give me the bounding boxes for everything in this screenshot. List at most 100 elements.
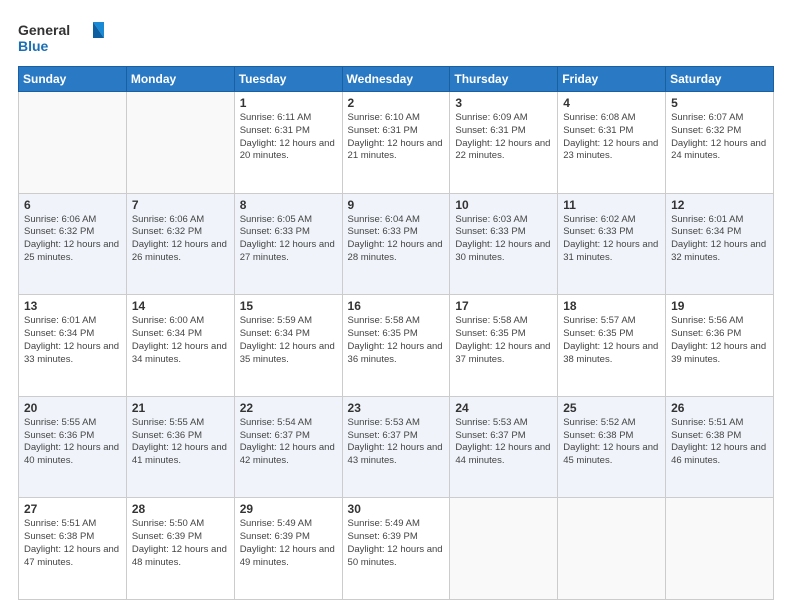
weekday-header-friday: Friday: [558, 67, 666, 92]
day-info: Sunrise: 5:51 AMSunset: 6:38 PMDaylight:…: [24, 518, 121, 569]
day-number: 14: [132, 299, 229, 313]
calendar-cell: [558, 498, 666, 600]
day-number: 7: [132, 198, 229, 212]
day-info: Sunrise: 5:53 AMSunset: 6:37 PMDaylight:…: [455, 417, 552, 468]
calendar-cell: 19 Sunrise: 5:56 AMSunset: 6:36 PMDayligh…: [666, 295, 774, 397]
weekday-header-thursday: Thursday: [450, 67, 558, 92]
day-info: Sunrise: 5:55 AMSunset: 6:36 PMDaylight:…: [24, 417, 121, 468]
svg-text:Blue: Blue: [18, 38, 49, 54]
day-number: 28: [132, 502, 229, 516]
calendar-week-row: 27Sunrise: 5:51 AMSunset: 6:38 PMDayligh…: [19, 498, 774, 600]
calendar-cell: 26 Sunrise: 5:51 AMSunset: 6:38 PMDayligh…: [666, 396, 774, 498]
calendar-cell: [450, 498, 558, 600]
calendar-week-row: 20 Sunrise: 5:55 AMSunset: 6:36 PMDayligh…: [19, 396, 774, 498]
day-info: Sunrise: 5:50 AMSunset: 6:39 PMDaylight:…: [132, 518, 229, 569]
calendar-cell: 24 Sunrise: 5:53 AMSunset: 6:37 PMDayligh…: [450, 396, 558, 498]
calendar-cell: 21Sunrise: 5:55 AMSunset: 6:36 PMDayligh…: [126, 396, 234, 498]
day-info: Sunrise: 5:58 AMSunset: 6:35 PMDaylight:…: [455, 315, 552, 366]
day-number: 30: [348, 502, 445, 516]
calendar-cell: 20 Sunrise: 5:55 AMSunset: 6:36 PMDayligh…: [19, 396, 127, 498]
calendar-week-row: 6 Sunrise: 6:06 AMSunset: 6:32 PMDaylight…: [19, 193, 774, 295]
calendar-cell: [19, 92, 127, 194]
day-number: 24: [455, 401, 552, 415]
day-number: 19: [671, 299, 768, 313]
calendar-cell: 3 Sunrise: 6:09 AMSunset: 6:31 PMDaylight…: [450, 92, 558, 194]
calendar-cell: 18Sunrise: 5:57 AMSunset: 6:35 PMDayligh…: [558, 295, 666, 397]
calendar-cell: 15Sunrise: 5:59 AMSunset: 6:34 PMDayligh…: [234, 295, 342, 397]
calendar-cell: 22 Sunrise: 5:54 AMSunset: 6:37 PMDayligh…: [234, 396, 342, 498]
day-info: Sunrise: 6:03 AMSunset: 6:33 PMDaylight:…: [455, 214, 552, 265]
day-number: 4: [563, 96, 660, 110]
day-info: Sunrise: 5:52 AMSunset: 6:38 PMDaylight:…: [563, 417, 660, 468]
day-info: Sunrise: 5:57 AMSunset: 6:35 PMDaylight:…: [563, 315, 660, 366]
calendar-cell: 29Sunrise: 5:49 AMSunset: 6:39 PMDayligh…: [234, 498, 342, 600]
calendar-week-row: 13 Sunrise: 6:01 AMSunset: 6:34 PMDayligh…: [19, 295, 774, 397]
header: General Blue: [18, 18, 774, 56]
day-number: 26: [671, 401, 768, 415]
day-number: 16: [348, 299, 445, 313]
calendar-cell: 25 Sunrise: 5:52 AMSunset: 6:38 PMDayligh…: [558, 396, 666, 498]
day-info: Sunrise: 6:06 AMSunset: 6:32 PMDaylight:…: [24, 214, 121, 265]
calendar-cell: 5 Sunrise: 6:07 AMSunset: 6:32 PMDaylight…: [666, 92, 774, 194]
day-info: Sunrise: 5:49 AMSunset: 6:39 PMDaylight:…: [240, 518, 337, 569]
calendar-cell: 2Sunrise: 6:10 AMSunset: 6:31 PMDaylight…: [342, 92, 450, 194]
calendar-cell: 12 Sunrise: 6:01 AMSunset: 6:34 PMDayligh…: [666, 193, 774, 295]
day-info: Sunrise: 6:07 AMSunset: 6:32 PMDaylight:…: [671, 112, 768, 163]
calendar-cell: 30 Sunrise: 5:49 AMSunset: 6:39 PMDayligh…: [342, 498, 450, 600]
calendar-week-row: 1 Sunrise: 6:11 AMSunset: 6:31 PMDaylight…: [19, 92, 774, 194]
day-number: 10: [455, 198, 552, 212]
day-info: Sunrise: 6:05 AMSunset: 6:33 PMDaylight:…: [240, 214, 337, 265]
logo: General Blue: [18, 18, 108, 56]
weekday-header-sunday: Sunday: [19, 67, 127, 92]
day-number: 2: [348, 96, 445, 110]
weekday-header-wednesday: Wednesday: [342, 67, 450, 92]
calendar-cell: 8 Sunrise: 6:05 AMSunset: 6:33 PMDaylight…: [234, 193, 342, 295]
calendar-cell: 9Sunrise: 6:04 AMSunset: 6:33 PMDaylight…: [342, 193, 450, 295]
day-info: Sunrise: 6:01 AMSunset: 6:34 PMDaylight:…: [671, 214, 768, 265]
svg-text:General: General: [18, 22, 70, 38]
calendar-cell: 16 Sunrise: 5:58 AMSunset: 6:35 PMDayligh…: [342, 295, 450, 397]
day-info: Sunrise: 6:09 AMSunset: 6:31 PMDaylight:…: [455, 112, 552, 163]
day-number: 13: [24, 299, 121, 313]
calendar-cell: 6 Sunrise: 6:06 AMSunset: 6:32 PMDaylight…: [19, 193, 127, 295]
calendar-cell: 27Sunrise: 5:51 AMSunset: 6:38 PMDayligh…: [19, 498, 127, 600]
day-number: 20: [24, 401, 121, 415]
weekday-header-tuesday: Tuesday: [234, 67, 342, 92]
calendar-cell: 1 Sunrise: 6:11 AMSunset: 6:31 PMDaylight…: [234, 92, 342, 194]
calendar-cell: 11 Sunrise: 6:02 AMSunset: 6:33 PMDayligh…: [558, 193, 666, 295]
day-info: Sunrise: 6:02 AMSunset: 6:33 PMDaylight:…: [563, 214, 660, 265]
calendar-cell: 13 Sunrise: 6:01 AMSunset: 6:34 PMDayligh…: [19, 295, 127, 397]
day-number: 25: [563, 401, 660, 415]
day-info: Sunrise: 5:58 AMSunset: 6:35 PMDaylight:…: [348, 315, 445, 366]
day-number: 23: [348, 401, 445, 415]
day-info: Sunrise: 6:01 AMSunset: 6:34 PMDaylight:…: [24, 315, 121, 366]
day-info: Sunrise: 5:53 AMSunset: 6:37 PMDaylight:…: [348, 417, 445, 468]
day-info: Sunrise: 5:49 AMSunset: 6:39 PMDaylight:…: [348, 518, 445, 569]
day-number: 8: [240, 198, 337, 212]
day-info: Sunrise: 6:11 AMSunset: 6:31 PMDaylight:…: [240, 112, 337, 163]
day-number: 1: [240, 96, 337, 110]
day-number: 21: [132, 401, 229, 415]
day-info: Sunrise: 5:56 AMSunset: 6:36 PMDaylight:…: [671, 315, 768, 366]
day-number: 17: [455, 299, 552, 313]
calendar-cell: [666, 498, 774, 600]
calendar-cell: [126, 92, 234, 194]
day-number: 15: [240, 299, 337, 313]
calendar-cell: 28 Sunrise: 5:50 AMSunset: 6:39 PMDayligh…: [126, 498, 234, 600]
calendar-table: SundayMondayTuesdayWednesdayThursdayFrid…: [18, 66, 774, 600]
day-info: Sunrise: 6:08 AMSunset: 6:31 PMDaylight:…: [563, 112, 660, 163]
day-info: Sunrise: 5:51 AMSunset: 6:38 PMDaylight:…: [671, 417, 768, 468]
day-number: 6: [24, 198, 121, 212]
day-info: Sunrise: 6:06 AMSunset: 6:32 PMDaylight:…: [132, 214, 229, 265]
day-number: 22: [240, 401, 337, 415]
day-info: Sunrise: 6:00 AMSunset: 6:34 PMDaylight:…: [132, 315, 229, 366]
calendar-cell: 14 Sunrise: 6:00 AMSunset: 6:34 PMDayligh…: [126, 295, 234, 397]
day-number: 11: [563, 198, 660, 212]
calendar-cell: 10 Sunrise: 6:03 AMSunset: 6:33 PMDayligh…: [450, 193, 558, 295]
day-number: 5: [671, 96, 768, 110]
day-info: Sunrise: 5:54 AMSunset: 6:37 PMDaylight:…: [240, 417, 337, 468]
weekday-header-saturday: Saturday: [666, 67, 774, 92]
day-number: 12: [671, 198, 768, 212]
day-number: 3: [455, 96, 552, 110]
weekday-header-monday: Monday: [126, 67, 234, 92]
